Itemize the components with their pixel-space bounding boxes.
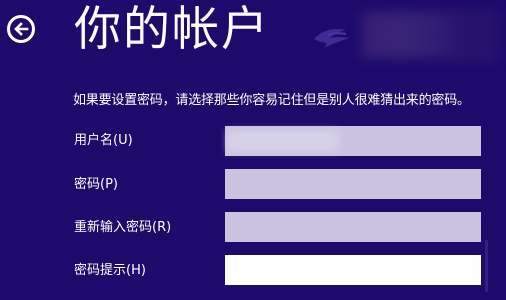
back-button[interactable] [7, 15, 35, 43]
redacted-region [450, 10, 498, 62]
page-title: 你的帐户 [74, 2, 270, 57]
redacted-region [362, 12, 458, 58]
password-hint-label: 密码提示(H) [74, 263, 146, 278]
password-field[interactable] [225, 169, 481, 199]
confirm-password-field[interactable] [225, 212, 481, 242]
confirm-password-label: 重新输入密码(R) [74, 220, 172, 235]
password-label: 密码(P) [74, 177, 118, 192]
logo-watermark [314, 29, 350, 48]
username-label: 用户名(U) [74, 133, 133, 148]
password-hint-field[interactable] [225, 255, 481, 285]
redacted-username [228, 131, 338, 151]
scrollbar[interactable] [485, 240, 488, 292]
instruction-text: 如果要设置密码，请选择那些你容易记住但是别人很难猜出来的密码。 [73, 93, 470, 108]
back-arrow-icon [14, 22, 29, 36]
